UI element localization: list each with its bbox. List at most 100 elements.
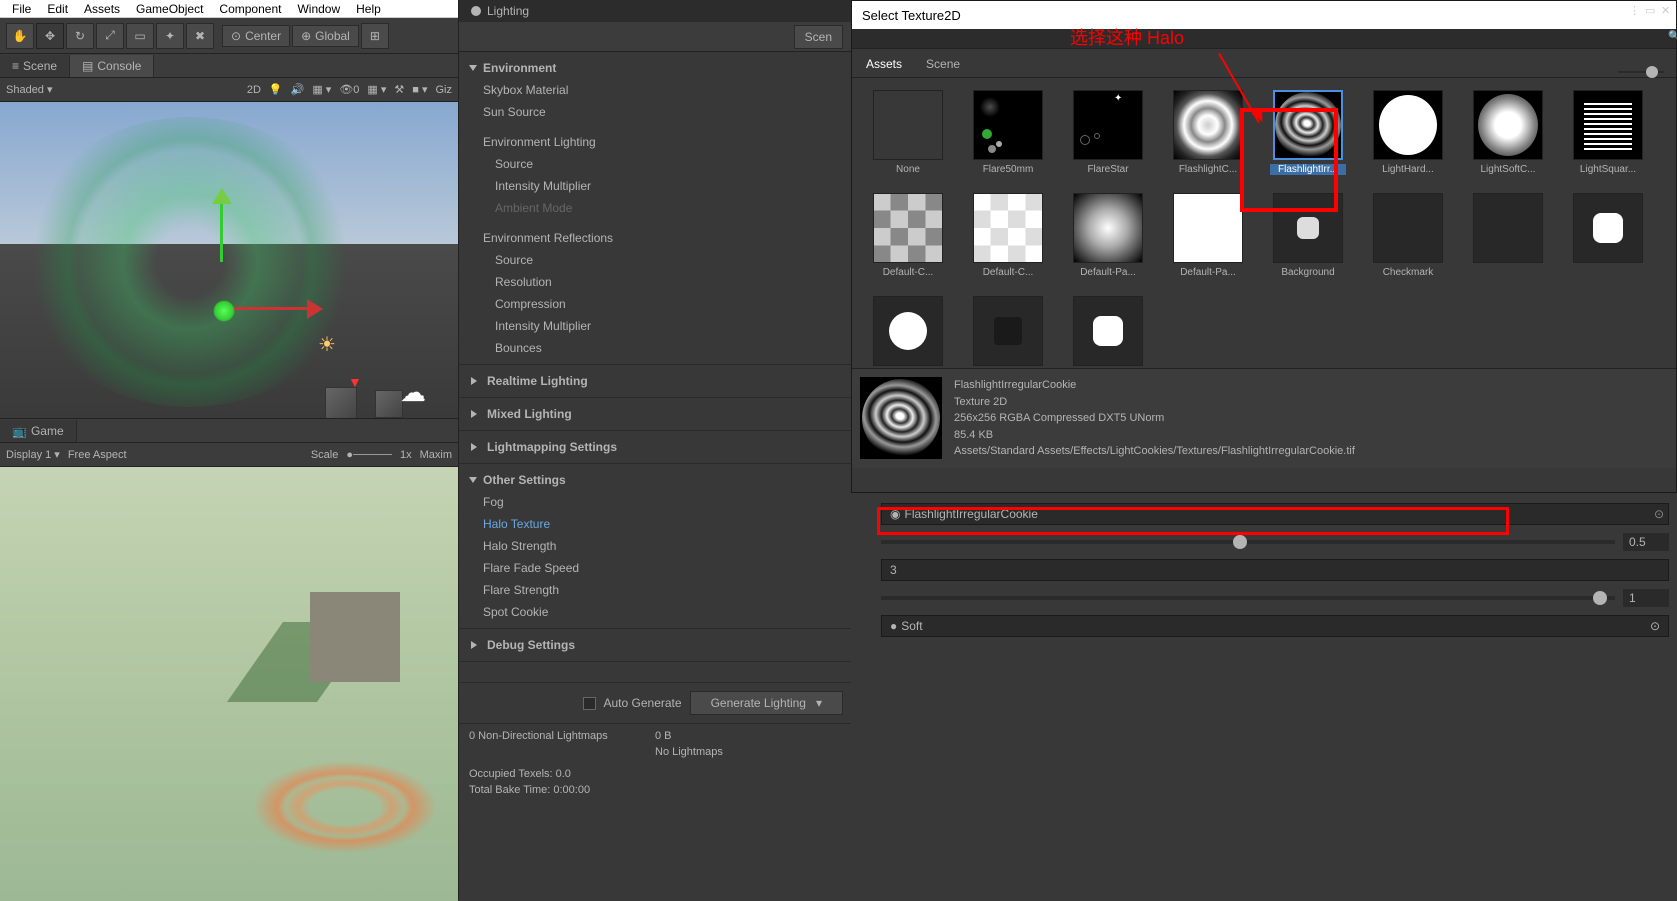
audio-toggle-icon[interactable]: 🔊 (291, 83, 305, 96)
picker-item-extra2[interactable] (1570, 193, 1646, 278)
prop-fog[interactable]: Fog (459, 491, 851, 513)
snap-toggle[interactable]: ⊞ (361, 23, 389, 49)
picker-item-defaultc2[interactable]: Default-C... (970, 193, 1046, 278)
picker-item-flashlightirr[interactable]: FlashlightIrr... (1270, 90, 1346, 175)
minimize-icon[interactable]: ▭ (1645, 4, 1657, 16)
spot-cookie-field[interactable]: ●Soft ⊙ (881, 615, 1669, 637)
halo-strength-slider[interactable] (881, 540, 1615, 544)
space-toggle[interactable]: ⊕Global (292, 25, 359, 47)
menu-help[interactable]: Help (348, 2, 389, 16)
prop-refl-resolution[interactable]: Resolution (459, 271, 851, 293)
picker-item-defaultpa1[interactable]: Default-Pa... (1070, 193, 1146, 278)
tab-scene[interactable]: ≡ Scene (0, 55, 70, 77)
halo-texture-value: FlashlightIrregularCookie (904, 507, 1037, 521)
prop-halo-texture[interactable]: Halo Texture (459, 513, 851, 535)
display-dropdown[interactable]: Display 1 ▾ (6, 448, 60, 461)
prop-env-source[interactable]: Source (459, 153, 851, 175)
halo-texture-field[interactable]: ◉ FlashlightIrregularCookie ⊙ (881, 503, 1669, 525)
scene-nav-button[interactable]: Scen (794, 25, 843, 49)
scene-canvas[interactable]: ☀ ☁ ▼ (0, 102, 458, 418)
picker-item-extra1[interactable] (1470, 193, 1546, 278)
pivot-toggle[interactable]: ⊙Center (222, 25, 290, 47)
prop-halo-strength[interactable]: Halo Strength (459, 535, 851, 557)
picker-tab-assets[interactable]: Assets (862, 53, 906, 77)
prop-refl-source[interactable]: Source (459, 249, 851, 271)
scale-tool[interactable]: ⤢ (96, 23, 124, 49)
transform-tool[interactable]: ✦ (156, 23, 184, 49)
realtime-header[interactable]: Realtime Lighting (459, 370, 851, 392)
light-toggle-icon[interactable]: 💡 (269, 83, 283, 96)
debug-header[interactable]: Debug Settings (459, 634, 851, 656)
shading-dropdown[interactable]: Shaded ▾ (6, 83, 53, 96)
picker-item-flarestar[interactable]: FlareStar (1070, 90, 1146, 175)
cam-icon[interactable]: ■ ▾ (412, 83, 427, 96)
maximize-toggle[interactable]: Maxim (420, 449, 452, 461)
camera-gizmo-icon[interactable]: ☁ (400, 377, 426, 408)
scene-cube-1[interactable] (325, 387, 357, 418)
picker-item-lighthard[interactable]: LightHard... (1370, 90, 1446, 175)
menu-gameobject[interactable]: GameObject (128, 2, 211, 16)
menu-edit[interactable]: Edit (39, 2, 76, 16)
picker-item-flare50[interactable]: Flare50mm (970, 90, 1046, 175)
picker-item-checkmark[interactable]: Checkmark (1370, 193, 1446, 278)
hidden-toggle-icon[interactable]: 👁0 (339, 83, 359, 96)
prop-flare-fade[interactable]: Flare Fade Speed (459, 557, 851, 579)
flare-strength-slider[interactable] (881, 596, 1615, 600)
prop-spot-cookie[interactable]: Spot Cookie (459, 601, 851, 623)
picker-item-extra4[interactable] (970, 296, 1046, 368)
picker-item-none[interactable]: None (870, 90, 946, 175)
menu-assets[interactable]: Assets (76, 2, 128, 16)
tab-game[interactable]: 📺 Game (0, 420, 77, 442)
scene-cube-2[interactable] (375, 390, 403, 418)
grid-icon[interactable]: ▦ ▾ (367, 83, 386, 96)
prop-skybox[interactable]: Skybox Material (459, 79, 851, 101)
environment-header[interactable]: Environment (459, 57, 851, 79)
prop-env-intensity[interactable]: Intensity Multiplier (459, 175, 851, 197)
scale-slider[interactable]: ●───── (346, 449, 392, 461)
lighting-tab[interactable]: Lighting (459, 0, 851, 22)
picker-item-defaultpa2[interactable]: Default-Pa... (1170, 193, 1246, 278)
object-picker-icon[interactable]: ⊙ (1650, 619, 1660, 633)
tab-console[interactable]: ▤ Console (70, 55, 154, 77)
generate-lighting-button[interactable]: Generate Lighting▾ (690, 691, 843, 715)
gizmo-dropdown[interactable]: Giz (436, 84, 453, 96)
picker-item-lightsoft[interactable]: LightSoftC... (1470, 90, 1546, 175)
picker-item-extra3[interactable] (870, 296, 946, 368)
picker-tab-scene[interactable]: Scene (922, 53, 964, 77)
other-header[interactable]: Other Settings (459, 469, 851, 491)
menu-window[interactable]: Window (289, 2, 348, 16)
mixed-header[interactable]: Mixed Lighting (459, 403, 851, 425)
picker-item-background[interactable]: Background (1270, 193, 1346, 278)
picker-item-defaultc1[interactable]: Default-C... (870, 193, 946, 278)
thumbnail-size-slider[interactable] (1618, 71, 1664, 73)
picker-item-lightsquare[interactable]: LightSquar... (1570, 90, 1646, 175)
autogen-checkbox[interactable] (583, 697, 596, 710)
custom-tool[interactable]: ✖ (186, 23, 214, 49)
object-picker-icon[interactable]: ⊙ (1654, 507, 1664, 521)
rotate-tool[interactable]: ↻ (66, 23, 94, 49)
prop-refl-bounces[interactable]: Bounces (459, 337, 851, 359)
fx-toggle-icon[interactable]: ▦ ▾ (312, 83, 331, 96)
prop-refl-compression[interactable]: Compression (459, 293, 851, 315)
move-tool[interactable]: ✥ (36, 23, 64, 49)
2d-toggle[interactable]: 2D (247, 84, 261, 96)
menu-component[interactable]: Component (211, 2, 289, 16)
picker-item-extra5[interactable] (1070, 296, 1146, 368)
light-gizmo-icon[interactable]: ☀ (318, 332, 336, 357)
kebab-icon[interactable]: ⋮ (1629, 4, 1641, 16)
left-panel: ≡ Scene ▤ Console Shaded ▾ 2D 💡 🔊 ▦ ▾ 👁0… (0, 54, 458, 900)
close-icon[interactable]: ✕ (1661, 4, 1673, 16)
hand-tool[interactable]: ✋ (6, 23, 34, 49)
tool-icon[interactable]: ⚒ (394, 83, 404, 96)
aspect-dropdown[interactable]: Free Aspect (68, 449, 127, 461)
prop-refl-intensity[interactable]: Intensity Multiplier (459, 315, 851, 337)
prop-flare-strength[interactable]: Flare Strength (459, 579, 851, 601)
rect-tool[interactable]: ▭ (126, 23, 154, 49)
prop-sun[interactable]: Sun Source (459, 101, 851, 123)
picker-search-input[interactable] (860, 32, 1668, 46)
halo-strength-value[interactable]: 0.5 (1623, 533, 1669, 551)
flare-strength-value[interactable]: 1 (1623, 589, 1669, 607)
flare-fade-field[interactable]: 3 (881, 559, 1669, 581)
lightmap-header[interactable]: Lightmapping Settings (459, 436, 851, 458)
menu-file[interactable]: File (4, 2, 39, 16)
